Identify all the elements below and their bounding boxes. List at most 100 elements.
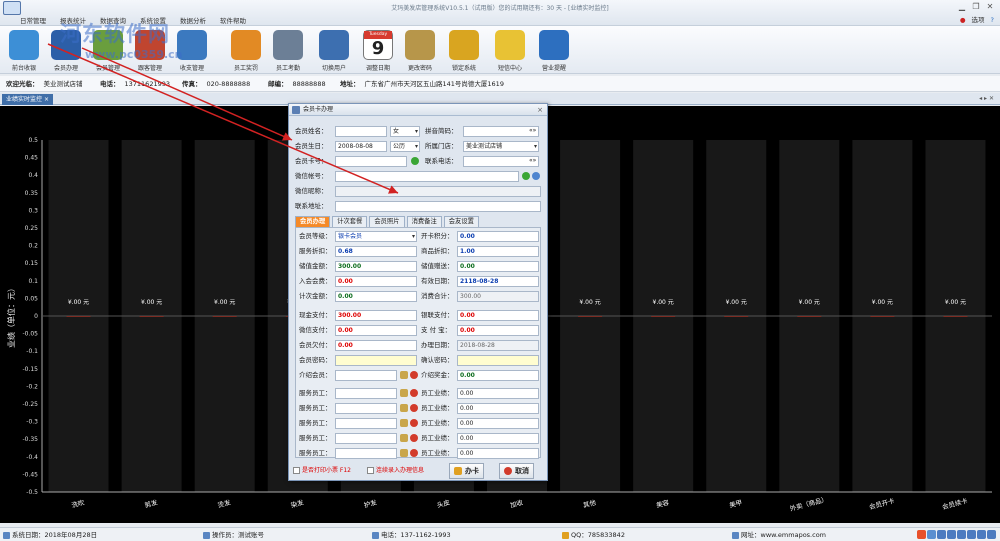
clear-staff-icon[interactable] bbox=[410, 434, 418, 442]
password-input[interactable] bbox=[335, 355, 417, 366]
perf-input[interactable]: 0.00 bbox=[457, 448, 539, 459]
dialog-close-icon[interactable]: × bbox=[537, 104, 543, 116]
toolbar-lock-button[interactable]: 锁定系统 bbox=[442, 28, 486, 72]
birthday-input[interactable]: 2008-08-08 bbox=[335, 141, 387, 152]
card-check-icon[interactable] bbox=[411, 157, 419, 165]
toolbar-reward-button[interactable]: 员工奖罚 bbox=[224, 28, 268, 72]
options-icon[interactable]: ● bbox=[960, 16, 966, 24]
perf-input[interactable]: 0.00 bbox=[457, 418, 539, 429]
perf-input[interactable]: 0.00 bbox=[457, 433, 539, 444]
perf-input[interactable]: 0.00 bbox=[457, 403, 539, 414]
cash-input[interactable]: 300.00 bbox=[335, 310, 417, 321]
tab-member-register[interactable]: 会员办理 bbox=[295, 216, 331, 227]
sogou-icon[interactable] bbox=[917, 530, 926, 539]
moon-icon[interactable] bbox=[937, 530, 946, 539]
staff-input[interactable] bbox=[335, 388, 397, 399]
tab-member-photo[interactable]: 会员照片 bbox=[369, 216, 405, 227]
menu-reports[interactable]: 报表统计 bbox=[60, 15, 86, 25]
dialog-title-bar[interactable]: 会员卡办理 × bbox=[289, 104, 547, 116]
maximize-icon[interactable]: ❐ bbox=[970, 2, 982, 12]
staff-input[interactable] bbox=[335, 433, 397, 444]
menu-query[interactable]: 数据查询 bbox=[100, 15, 126, 25]
alipay-input[interactable]: 0.00 bbox=[457, 325, 539, 336]
staff-input[interactable] bbox=[335, 448, 397, 459]
toolbar-switch-user-button[interactable]: 切换用户 bbox=[312, 28, 356, 72]
menu-analysis[interactable]: 数据分析 bbox=[180, 15, 206, 25]
lang-icon[interactable] bbox=[927, 530, 936, 539]
points-input[interactable]: 0.00 bbox=[457, 231, 539, 242]
count-input[interactable]: 0.00 bbox=[335, 291, 417, 302]
help-icon[interactable]: ? bbox=[991, 16, 994, 24]
wxpay-input[interactable]: 0.00 bbox=[335, 325, 417, 336]
status-web[interactable]: 网址：www.emmapos.com bbox=[732, 528, 826, 541]
toolbar-member-card-button[interactable]: 会员办理 bbox=[44, 28, 88, 72]
toolbar-clock-button[interactable]: 员工考勤 bbox=[266, 28, 310, 72]
mic-icon[interactable] bbox=[957, 530, 966, 539]
punct-icon[interactable] bbox=[947, 530, 956, 539]
issue-card-button[interactable]: 办卡 bbox=[449, 463, 484, 479]
menu-daily[interactable]: 日常管理 bbox=[20, 15, 46, 25]
calendar-type-select[interactable]: 公历 bbox=[390, 141, 420, 152]
pick-member-icon[interactable] bbox=[400, 371, 408, 379]
goods-discount-input[interactable]: 1.00 bbox=[457, 246, 539, 257]
tab-consume-note[interactable]: 消费备注 bbox=[406, 216, 442, 227]
pinyin-generate-icon[interactable]: «» bbox=[529, 125, 536, 137]
tab-count-package[interactable]: 计次套餐 bbox=[332, 216, 368, 227]
clear-staff-icon[interactable] bbox=[410, 419, 418, 427]
continuous-entry-checkbox[interactable]: 连续录入办理信息 bbox=[367, 466, 424, 475]
pick-staff-icon[interactable] bbox=[400, 389, 408, 397]
tab-friend-settings[interactable]: 会友设置 bbox=[443, 216, 479, 227]
staff-input[interactable] bbox=[335, 403, 397, 414]
grade-select[interactable]: 银卡会员 bbox=[335, 231, 417, 242]
print-receipt-checkbox[interactable]: 是否打印小票 F12 bbox=[293, 466, 351, 475]
menu-settings[interactable]: 系统设置 bbox=[140, 15, 166, 25]
service-discount-input[interactable]: 0.68 bbox=[335, 246, 417, 257]
perf-input[interactable]: 0.00 bbox=[457, 388, 539, 399]
union-input[interactable]: 0.00 bbox=[457, 310, 539, 321]
checkbox-box[interactable] bbox=[367, 467, 374, 474]
staff-input[interactable] bbox=[335, 418, 397, 429]
menu-help[interactable]: 软件帮助 bbox=[220, 15, 246, 25]
toolbar-cashier-button[interactable]: 前台收银 bbox=[2, 28, 46, 72]
pinyin-input[interactable] bbox=[463, 126, 539, 137]
fee-input[interactable]: 0.00 bbox=[335, 276, 417, 287]
toolbar-customer-button[interactable]: 跟客管理 bbox=[128, 28, 172, 72]
wechat-check-icon[interactable] bbox=[522, 172, 530, 180]
pick-staff-icon[interactable] bbox=[400, 419, 408, 427]
wechat-sync-icon[interactable] bbox=[532, 172, 540, 180]
pick-staff-icon[interactable] bbox=[400, 434, 408, 442]
tel-lookup-icon[interactable]: «» bbox=[529, 155, 536, 167]
checkbox-box[interactable] bbox=[293, 467, 300, 474]
clear-staff-icon[interactable] bbox=[410, 449, 418, 457]
address-input[interactable] bbox=[335, 201, 541, 212]
status-web-value[interactable]: www.emmapos.com bbox=[761, 531, 827, 539]
tools-icon[interactable] bbox=[987, 530, 996, 539]
owe-input[interactable]: 0.00 bbox=[335, 340, 417, 351]
clear-member-icon[interactable] bbox=[410, 371, 418, 379]
keyboard-icon[interactable] bbox=[967, 530, 976, 539]
toolbar-calendar-button[interactable]: Tuesday 9 调整日期 bbox=[356, 28, 400, 72]
toolbar-sms-button[interactable]: 短信中心 bbox=[488, 28, 532, 72]
name-input[interactable] bbox=[335, 126, 387, 137]
gift-input[interactable]: 0.00 bbox=[457, 261, 539, 272]
tab-close-icon[interactable]: × bbox=[44, 96, 49, 103]
card-input[interactable] bbox=[335, 156, 407, 167]
stored-input[interactable]: 300.00 bbox=[335, 261, 417, 272]
tab-performance-monitor[interactable]: 业绩实时监控 × bbox=[2, 94, 53, 105]
wechat-input[interactable] bbox=[335, 171, 519, 182]
skin-icon[interactable] bbox=[977, 530, 986, 539]
store-select[interactable]: 美业测试店铺 bbox=[463, 141, 539, 152]
reward-input[interactable]: 0.00 bbox=[457, 370, 539, 381]
toolbar-members-button[interactable]: 会员管理 bbox=[86, 28, 130, 72]
pick-staff-icon[interactable] bbox=[400, 449, 408, 457]
confirm-password-input[interactable] bbox=[457, 355, 539, 366]
close-icon[interactable]: ✕ bbox=[984, 2, 996, 12]
clear-staff-icon[interactable] bbox=[410, 389, 418, 397]
pick-staff-icon[interactable] bbox=[400, 404, 408, 412]
toolbar-key-button[interactable]: 更改密码 bbox=[398, 28, 442, 72]
clear-staff-icon[interactable] bbox=[410, 404, 418, 412]
tel-input[interactable] bbox=[463, 156, 539, 167]
toolbar-ledger-button[interactable]: 收支管理 bbox=[170, 28, 214, 72]
gender-select[interactable]: 女 bbox=[390, 126, 420, 137]
minimize-icon[interactable]: ▁ bbox=[956, 2, 968, 12]
